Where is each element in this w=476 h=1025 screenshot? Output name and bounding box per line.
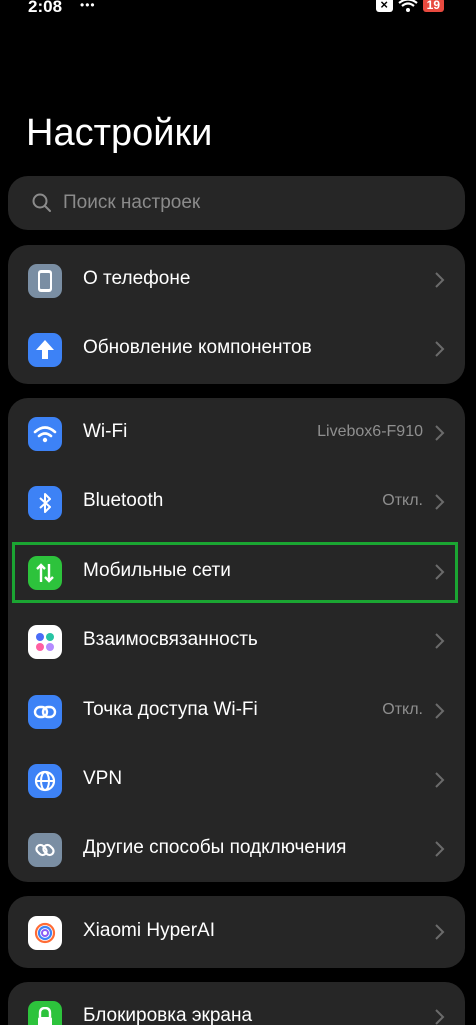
settings-group-security: Блокировка экрана: [8, 982, 465, 1025]
row-label: VPN: [83, 768, 123, 789]
settings-row-hotspot[interactable]: Точка доступа Wi-Fi Откл.: [8, 676, 465, 746]
wifi-icon: [28, 417, 62, 451]
chevron-right-icon: [435, 494, 445, 510]
settings-group-ai: Xiaomi HyperAI: [8, 896, 465, 968]
mobile-data-icon: [28, 556, 62, 590]
chevron-right-icon: [435, 425, 445, 441]
bluetooth-icon: [28, 486, 62, 520]
settings-group-device: О телефоне Обновление компонентов: [8, 245, 465, 384]
settings-row-mobile-networks[interactable]: Мобильные сети: [8, 537, 465, 607]
chevron-right-icon: [435, 772, 445, 788]
row-label: Xiaomi HyperAI: [83, 920, 215, 941]
search-input[interactable]: [61, 191, 425, 215]
interconnect-icon: [28, 625, 62, 659]
row-label: Взаимосвязанность: [83, 629, 258, 650]
no-sim-icon: ×: [375, 0, 393, 12]
settings-row-hyperai[interactable]: Xiaomi HyperAI: [8, 897, 465, 967]
chevron-right-icon: [435, 633, 445, 649]
row-label: О телефоне: [83, 268, 191, 289]
wifi-signal-icon: [397, 0, 418, 12]
status-time: 2:08: [28, 0, 63, 16]
phone-icon: [28, 264, 62, 298]
settings-row-lock-screen[interactable]: Блокировка экрана: [8, 982, 465, 1025]
page-title: Настройки: [26, 112, 213, 154]
chevron-right-icon: [435, 924, 445, 940]
globe-icon: [28, 764, 62, 798]
settings-row-bluetooth[interactable]: Bluetooth Откл.: [8, 467, 465, 537]
row-value: Livebox6-F910: [317, 423, 423, 440]
settings-group-connectivity: Wi-Fi Livebox6-F910 Bluetooth Откл. Моби…: [8, 398, 465, 882]
chevron-right-icon: [435, 564, 445, 580]
update-arrow-icon: [28, 333, 62, 367]
settings-row-about-phone[interactable]: О телефоне: [8, 245, 465, 315]
row-label: Мобильные сети: [83, 560, 231, 581]
settings-row-wifi[interactable]: Wi-Fi Livebox6-F910: [8, 398, 465, 468]
notification-dots-icon: •••: [80, 0, 96, 12]
row-label: Блокировка экрана: [83, 1005, 253, 1025]
link-icon: [28, 833, 62, 867]
search-bar[interactable]: [8, 176, 465, 230]
settings-row-interconnectivity[interactable]: Взаимосвязанность: [8, 606, 465, 676]
row-value: Откл.: [382, 701, 423, 718]
chevron-right-icon: [435, 272, 445, 288]
settings-row-vpn[interactable]: VPN: [8, 745, 465, 815]
lock-icon: [28, 1001, 62, 1025]
row-value: Откл.: [382, 492, 423, 509]
settings-row-other-connections[interactable]: Другие способы подключения: [8, 814, 465, 882]
chevron-right-icon: [435, 703, 445, 719]
chevron-right-icon: [435, 841, 445, 857]
hyperai-icon: [28, 916, 62, 950]
row-label: Wi-Fi: [83, 421, 128, 442]
row-label: Точка доступа Wi-Fi: [83, 699, 258, 720]
battery-indicator: 19: [422, 0, 444, 12]
hotspot-icon: [28, 695, 62, 729]
settings-row-component-update[interactable]: Обновление компонентов: [8, 314, 465, 384]
row-label: Другие способы подключения: [83, 837, 347, 858]
row-label: Bluetooth: [83, 490, 164, 511]
row-label: Обновление компонентов: [83, 337, 312, 358]
status-bar: 2:08 ••• × 19: [0, 0, 476, 18]
chevron-right-icon: [435, 1009, 445, 1025]
status-icons: × 19: [375, 0, 444, 12]
search-icon: [32, 193, 51, 212]
chevron-right-icon: [435, 341, 445, 357]
